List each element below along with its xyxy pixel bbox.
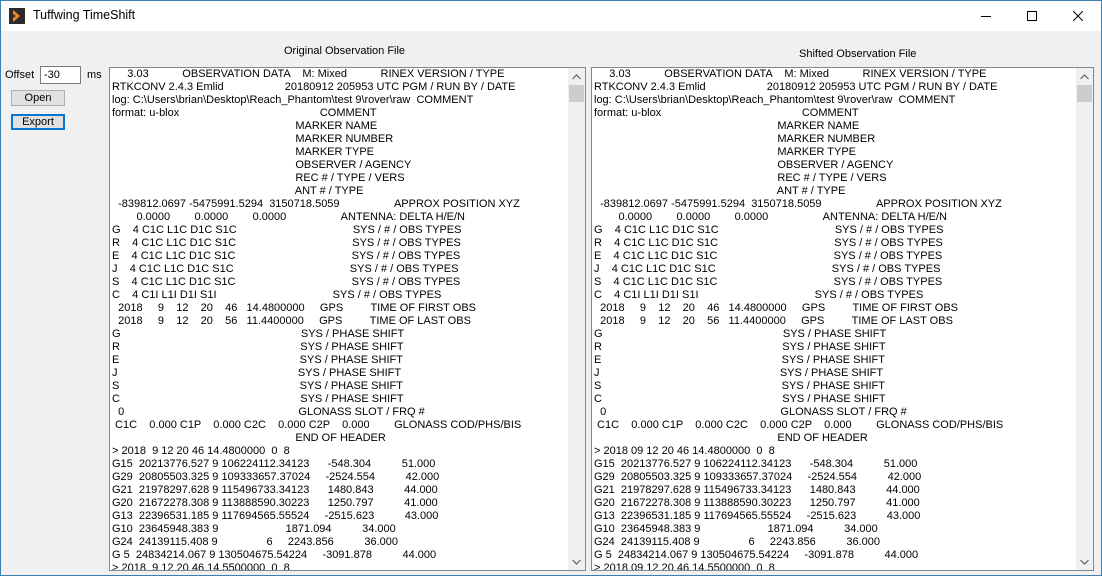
offset-unit-label: ms	[87, 69, 102, 81]
window-title: Tuffwing TimeShift	[33, 8, 136, 22]
tuffwing-logo-icon	[9, 8, 25, 24]
original-observation-textbox[interactable]: 3.03 OBSERVATION DATA M: Mixed RINEX VER…	[109, 67, 586, 571]
offset-label: Offset	[5, 69, 35, 81]
original-observation-text: 3.03 OBSERVATION DATA M: Mixed RINEX VER…	[112, 68, 522, 570]
close-icon	[1073, 11, 1083, 21]
original-scroll-thumb[interactable]	[569, 85, 584, 102]
shifted-scrollbar[interactable]	[1076, 68, 1093, 570]
minimize-button[interactable]	[963, 1, 1009, 31]
shifted-observation-text: 3.03 OBSERVATION DATA M: Mixed RINEX VER…	[594, 68, 1004, 570]
maximize-button[interactable]	[1009, 1, 1055, 31]
shifted-scroll-thumb[interactable]	[1077, 85, 1092, 102]
original-scrollbar[interactable]	[568, 68, 585, 570]
minimize-icon	[981, 11, 991, 21]
title-bar[interactable]: Tuffwing TimeShift	[1, 1, 1101, 31]
app-window: Tuffwing TimeShift Offset ms Open Export…	[0, 0, 1102, 576]
scroll-down-arrow-icon[interactable]	[1076, 553, 1093, 570]
shifted-observation-textbox[interactable]: 3.03 OBSERVATION DATA M: Mixed RINEX VER…	[591, 67, 1094, 571]
close-button[interactable]	[1055, 1, 1101, 31]
export-button[interactable]: Export	[11, 114, 65, 130]
offset-input[interactable]	[40, 66, 81, 84]
scroll-down-arrow-icon[interactable]	[568, 553, 585, 570]
shifted-file-heading: Shifted Observation File	[799, 48, 917, 60]
maximize-icon	[1027, 11, 1037, 21]
scroll-up-arrow-icon[interactable]	[568, 68, 585, 85]
open-button[interactable]: Open	[11, 90, 65, 106]
original-file-heading: Original Observation File	[284, 45, 406, 57]
shifted-text-area[interactable]: 3.03 OBSERVATION DATA M: Mixed RINEX VER…	[594, 68, 1075, 570]
scroll-up-arrow-icon[interactable]	[1076, 68, 1093, 85]
original-text-area[interactable]: 3.03 OBSERVATION DATA M: Mixed RINEX VER…	[112, 68, 567, 570]
